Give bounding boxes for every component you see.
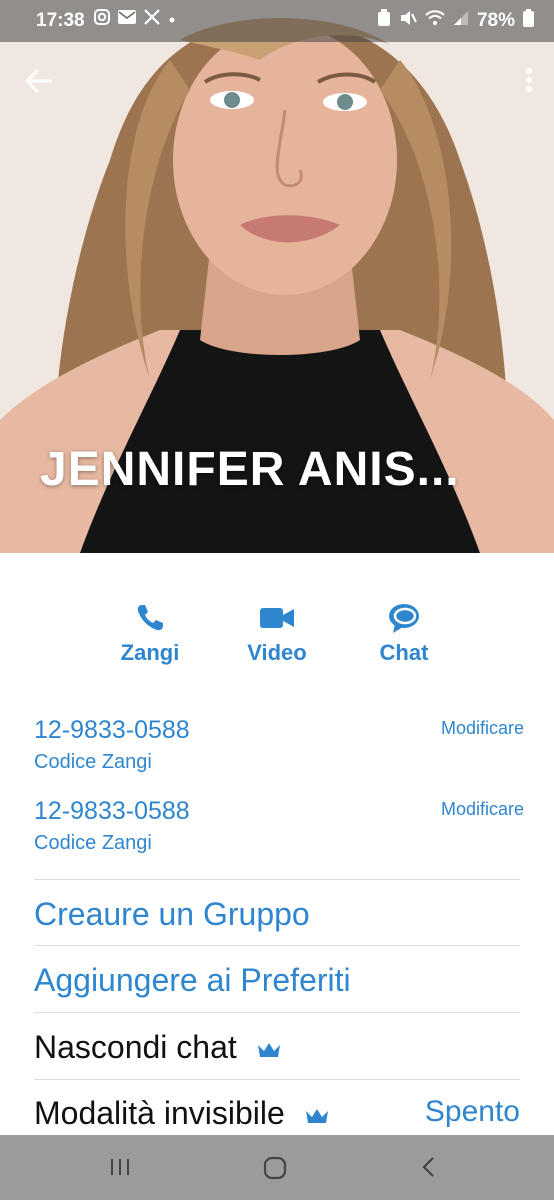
system-nav-bar [0,1135,554,1200]
invisible-mode-value[interactable]: Spento [425,1095,520,1129]
recent-apps-button[interactable] [108,1155,136,1181]
edit-number-button[interactable]: Modificare [441,799,524,820]
mail-icon [118,10,136,29]
number-row[interactable]: 12-9833-0588 Codice Zangi Modificare [34,797,524,855]
wifi-icon [425,10,445,32]
call-label: Zangi [120,640,180,665]
number-label: Codice Zangi [34,751,152,773]
battery-saver-icon [377,9,391,33]
divider [34,879,520,880]
contact-name: JENNIFER ANIS... [40,443,460,496]
action-row: Zangi Video Chat [0,600,554,674]
hide-chat-label: Nascondi chat [34,1029,237,1065]
back-button[interactable] [22,64,56,98]
dot-icon [168,11,176,29]
edit-number-button[interactable]: Modificare [441,718,524,739]
call-button[interactable]: Zangi [90,600,210,674]
status-bar: 17:38 78% [0,0,554,42]
video-label: Video [247,640,307,665]
arrow-left-icon [25,69,52,93]
number-label: Codice Zangi [34,832,152,854]
recents-icon [111,1159,129,1175]
divider [34,1012,520,1013]
contact-photo-header: 17:38 78% JENNIFER ANIS... [0,0,554,553]
home-icon [263,1156,287,1180]
invisible-mode-item[interactable]: Modalità invisibile Spento [34,1095,520,1134]
create-group-item[interactable]: Creaure un Gruppo [34,896,520,933]
signal-icon [453,10,469,32]
invisible-mode-label: Modalità invisibile [34,1095,285,1131]
crown-icon [256,1031,282,1068]
chat-bubble-icon [389,604,419,633]
instagram-icon [94,9,110,30]
add-favorites-item[interactable]: Aggiungere ai Preferiti [34,962,520,999]
number-row[interactable]: 12-9833-0588 Codice Zangi Modificare [34,716,524,774]
x-icon [144,9,160,30]
more-vertical-icon [526,68,532,92]
home-button[interactable] [262,1155,290,1181]
hide-chat-item[interactable]: Nascondi chat [34,1029,520,1068]
crown-icon [304,1097,330,1134]
video-button[interactable]: Video [217,600,337,666]
battery-percent: 78% [476,10,515,31]
phone-icon [137,605,163,631]
chat-button[interactable]: Chat [344,600,464,666]
more-options-button[interactable] [520,64,538,98]
chevron-left-icon [422,1157,434,1177]
video-camera-icon [260,608,294,628]
battery-icon [523,9,534,33]
divider [34,1079,520,1080]
status-time: 17:38 [36,10,85,31]
mute-icon [399,9,417,33]
divider [34,945,520,946]
chat-label: Chat [379,640,429,665]
back-nav-button[interactable] [418,1155,446,1181]
